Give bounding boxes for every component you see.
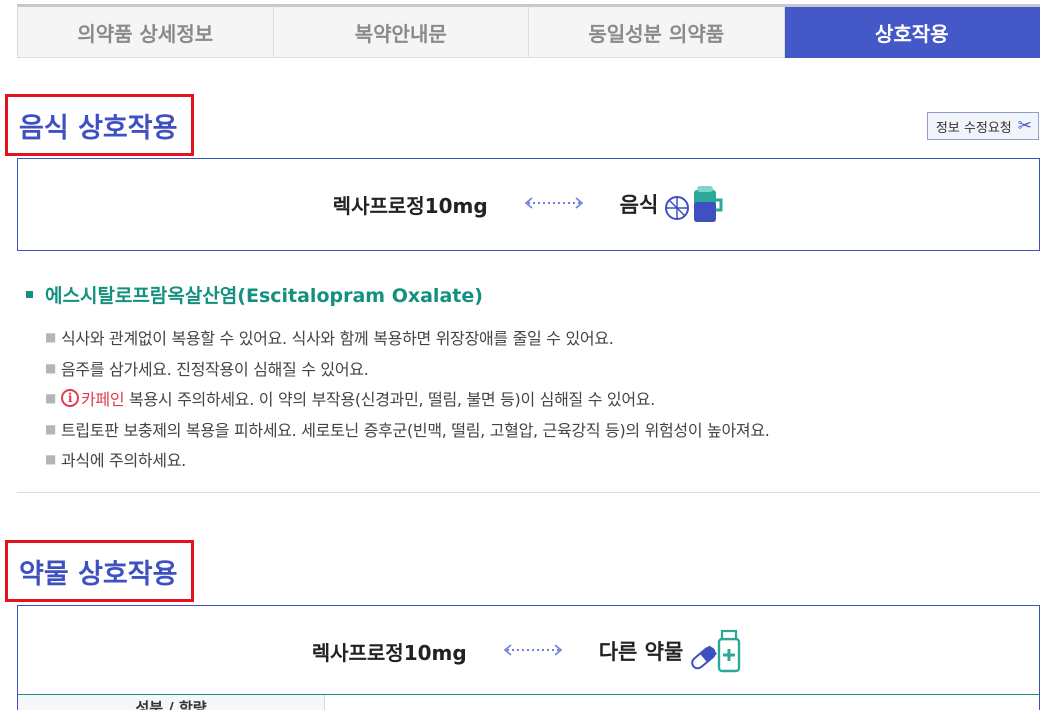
drug-interaction-box: 렉사프로정10mg 다른 약물 성분 / 함량 [17, 605, 1040, 710]
table-header-empty [325, 695, 1039, 710]
info-icon: i [61, 389, 79, 408]
scissors-icon: ✂ [1017, 116, 1032, 136]
bullet-icon: ■ [45, 330, 57, 345]
drug-target: 다른 약물 [599, 629, 746, 673]
food-target: 음식 [620, 184, 725, 224]
edit-request-label: 정보 수정요청 [935, 120, 1012, 136]
section-divider [17, 492, 1040, 493]
bullet-icon: ■ [45, 360, 57, 375]
food-notes-list: ■ 식사와 관계없이 복용할 수 있어요. 식사와 함께 복용하면 위장장애를 줄… [45, 322, 770, 475]
pill-bottle-icon [689, 629, 745, 673]
bullet-icon: ■ [45, 452, 57, 467]
bidirectional-arrow-icon [501, 641, 565, 662]
square-bullet-icon [26, 291, 33, 298]
food-interaction-title: 음식 상호작용 [5, 94, 194, 156]
list-item: ■ i 카페인 복용시 주의하세요. 이 약의 부작용(신경과민, 떨림, 불면… [45, 383, 770, 414]
tab-drug-detail[interactable]: 의약품 상세정보 [17, 7, 274, 58]
lemon-drink-icon [664, 184, 724, 224]
list-item: ■ 트립토판 보충제의 복용을 피하세요. 세로토닌 증후군(빈맥, 떨림, 고혈… [45, 420, 770, 440]
drug-interaction-title: 약물 상호작용 [5, 540, 194, 602]
food-interaction-box: 렉사프로정10mg 음식 [17, 158, 1040, 251]
tab-interactions[interactable]: 상호작용 [784, 7, 1040, 58]
tab-same-ingredient[interactable]: 동일성분 의약품 [529, 7, 785, 58]
bidirectional-arrow-icon [522, 194, 586, 215]
bullet-icon: ■ [45, 421, 57, 436]
list-item: ■ 과식에 주의하세요. [45, 451, 186, 471]
tab-bar: 의약품 상세정보 복약안내문 동일성분 의약품 상호작용 [17, 4, 1040, 58]
drug-name: 렉사프로정10mg [311, 640, 467, 665]
food-target-label: 음식 [619, 193, 659, 217]
caffeine-link[interactable]: i 카페인 [61, 386, 125, 410]
tab-medication-guide[interactable]: 복약안내문 [273, 7, 529, 58]
list-item: ■ 음주를 삼가세요. 진정작용이 심해질 수 있어요. [45, 359, 369, 379]
edit-request-button[interactable]: 정보 수정요청 ✂ [926, 112, 1039, 140]
drug-name: 렉사프로정10mg [332, 193, 488, 218]
drug-target-label: 다른 약물 [598, 640, 684, 664]
table-header: 성분 / 함량 [18, 694, 1039, 710]
ingredient-name: 에스시탈로프람옥살산염(Escitalopram Oxalate) [45, 285, 483, 307]
table-header-ingredient: 성분 / 함량 [18, 695, 325, 710]
bullet-icon: ■ [45, 391, 57, 406]
list-item: ■ 식사와 관계없이 복용할 수 있어요. 식사와 함께 복용하면 위장장애를 줄… [45, 329, 614, 349]
ingredient-heading: 에스시탈로프람옥살산염(Escitalopram Oxalate) [26, 281, 483, 308]
